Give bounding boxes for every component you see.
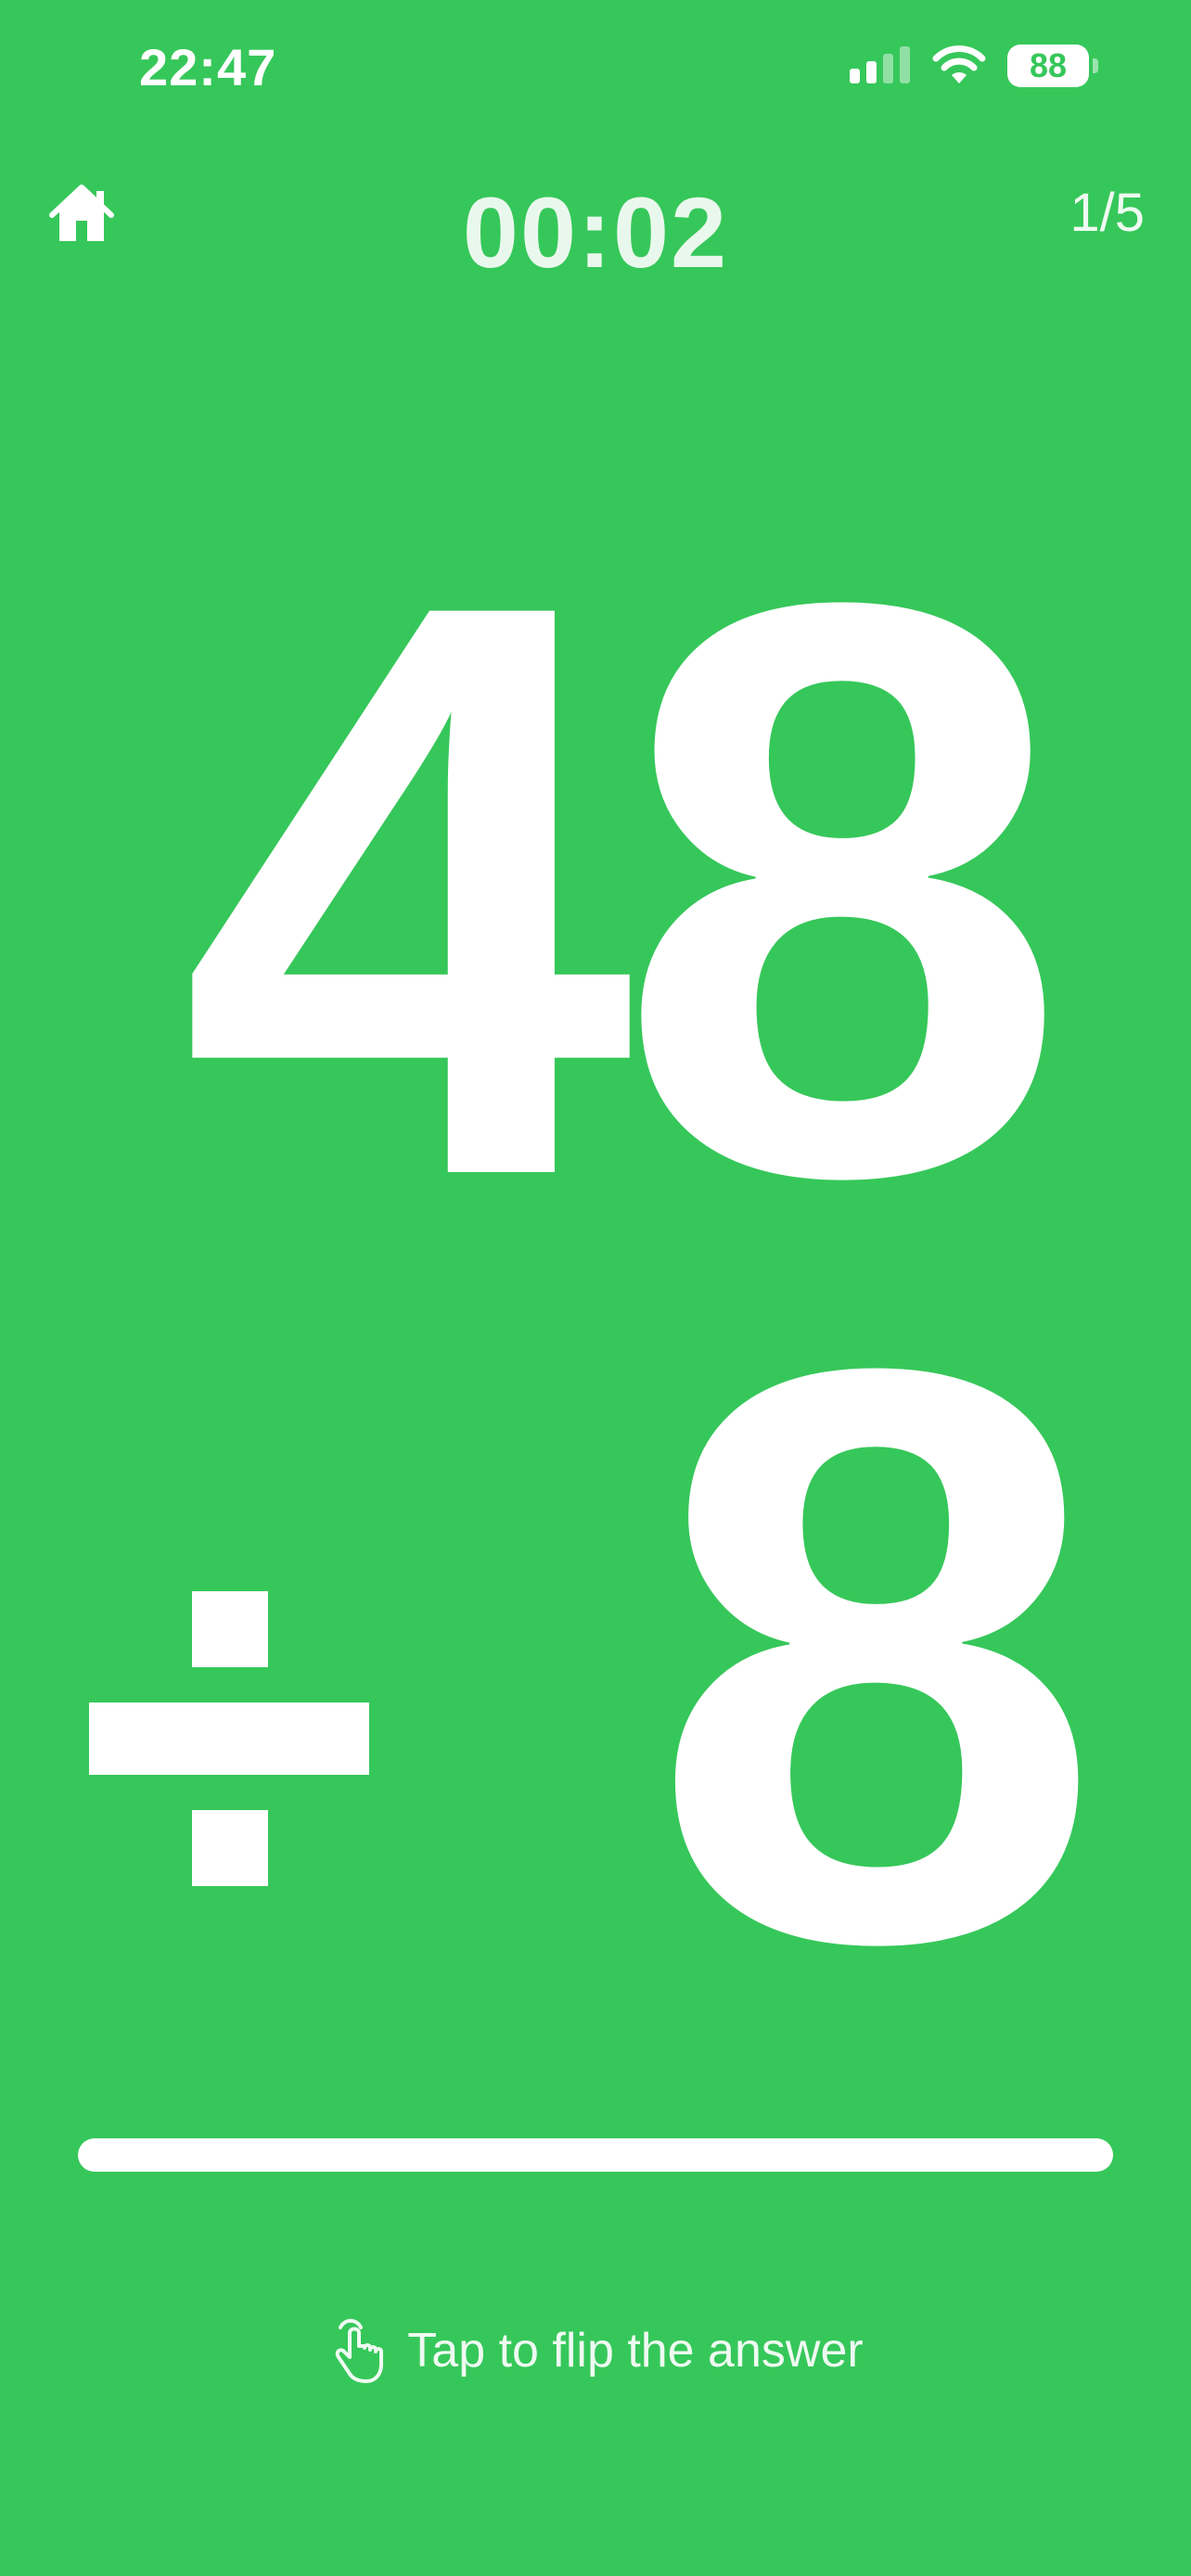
divisor[interactable]: 8 <box>649 1248 1103 2064</box>
timer: 00:02 <box>462 176 729 288</box>
flip-hint-text: Tap to flip the answer <box>407 2324 864 2378</box>
answer-line[interactable] <box>78 2138 1113 2172</box>
status-time: 22:47 <box>139 38 277 96</box>
battery-level: 88 <box>1029 46 1068 84</box>
question-counter: 1/5 <box>1069 183 1145 243</box>
status-icons: 88 <box>848 45 1098 87</box>
tap-hand-icon <box>336 2318 384 2383</box>
dividend[interactable]: 48 <box>180 482 1069 1298</box>
divide-operator: ÷ <box>89 1591 369 1888</box>
battery-nub <box>1093 58 1098 73</box>
wifi-icon <box>932 45 986 83</box>
flip-hint[interactable]: Tap to flip the answer <box>0 2318 1191 2383</box>
battery-icon: 88 <box>1007 45 1089 87</box>
signal-icon <box>850 46 910 83</box>
